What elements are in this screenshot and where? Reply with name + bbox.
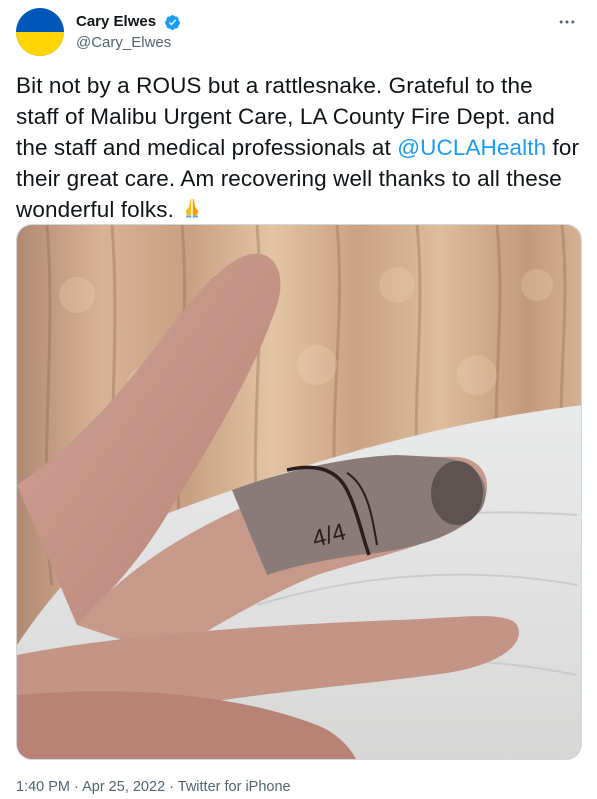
folded-hands-emoji	[180, 195, 204, 227]
tweet-header: Cary Elwes @Cary_Elwes	[16, 8, 581, 58]
avatar-flag-bottom	[16, 32, 64, 56]
more-horizontal-icon[interactable]	[555, 12, 579, 28]
tweet-text: Bit not by a ROUS but a rattlesnake. Gra…	[16, 70, 581, 227]
separator: ·	[70, 779, 83, 795]
tweet-time[interactable]: 1:40 PM	[16, 779, 70, 795]
user-handle[interactable]: @Cary_Elwes	[76, 33, 181, 53]
avatar[interactable]	[16, 8, 64, 56]
author-names: Cary Elwes @Cary_Elwes	[76, 12, 181, 53]
tweet-photo[interactable]: 4/4	[16, 224, 582, 760]
tweet-date[interactable]: Apr 25, 2022	[82, 779, 165, 795]
photo-hand-bandaged-finger: 4/4	[17, 225, 581, 759]
separator: ·	[165, 779, 178, 795]
verified-badge-icon	[164, 14, 180, 30]
more-dots-icon	[559, 20, 575, 24]
tweet-footer: 1:40 PM · Apr 25, 2022 · Twitter for iPh…	[16, 777, 291, 797]
tweet-source[interactable]: Twitter for iPhone	[178, 779, 291, 795]
display-name[interactable]: Cary Elwes	[76, 12, 156, 32]
mention-link[interactable]: @UCLAHealth	[397, 135, 546, 160]
